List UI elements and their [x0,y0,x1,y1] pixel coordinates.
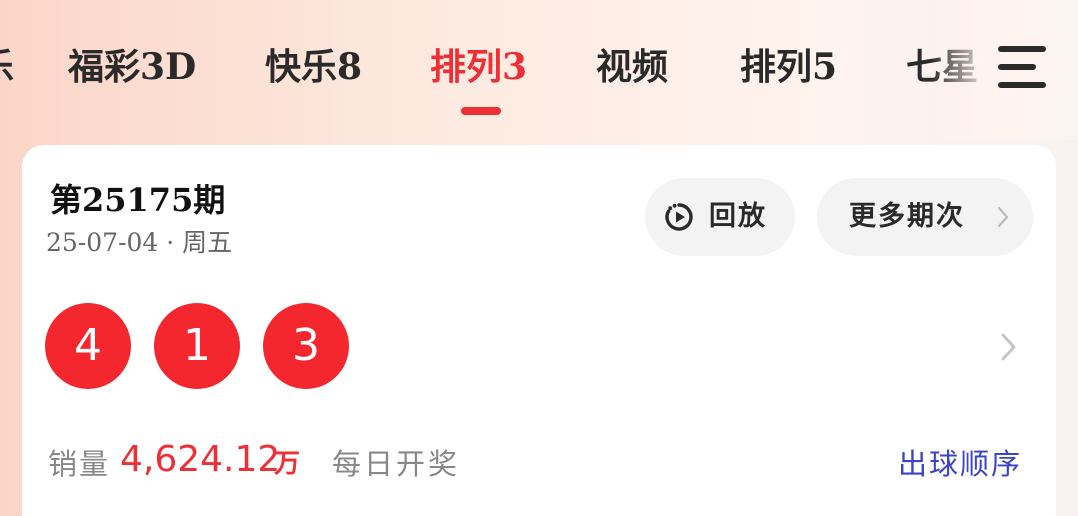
chevron-right-icon[interactable] [1000,332,1018,362]
draw-date: 25-07-04 · 周五 [46,228,233,257]
tab-pailie-3[interactable]: 排列3 [430,40,527,94]
sales-value: 4,624.12 [120,439,281,480]
sales-label: 销量 [48,447,111,481]
tab-fucai-3d[interactable]: 福彩3D [68,40,196,94]
tab-kuaile-8[interactable]: 快乐8 [265,40,362,94]
chevron-right-icon [997,206,1009,228]
result-ball-2: 1 [154,303,240,389]
menu-line-top [998,46,1046,52]
draw-result-card: 第25175期 25-07-04 · 周五 回放 更多期次 4 1 3 销量 4… [22,145,1056,516]
active-tab-indicator [461,107,501,115]
replay-button[interactable]: 回放 [645,178,795,256]
hamburger-menu-icon[interactable] [998,44,1046,92]
result-ball-1: 4 [45,303,131,389]
tab-pailie-5[interactable]: 排列5 [740,40,837,94]
replay-label: 回放 [709,201,767,232]
replay-timer-icon [665,203,693,231]
menu-line-middle [998,64,1036,70]
issue-number: 第25175期 [50,181,226,219]
lottery-tab-bar: 乐 福彩3D 快乐8 排列3 视频 排列5 七星 [0,0,1078,140]
menu-line-bottom [998,82,1046,88]
result-ball-3: 3 [263,303,349,389]
more-issues-button[interactable]: 更多期次 [817,178,1033,256]
tab-partial-left[interactable]: 乐 [0,40,14,94]
draw-order-link[interactable]: 出球顺序 [898,441,1022,483]
draw-frequency: 每日开奖 [332,447,461,481]
tab-video[interactable]: 视频 [596,40,668,94]
more-issues-label: 更多期次 [849,201,965,232]
sales-unit: 万 [274,449,301,479]
